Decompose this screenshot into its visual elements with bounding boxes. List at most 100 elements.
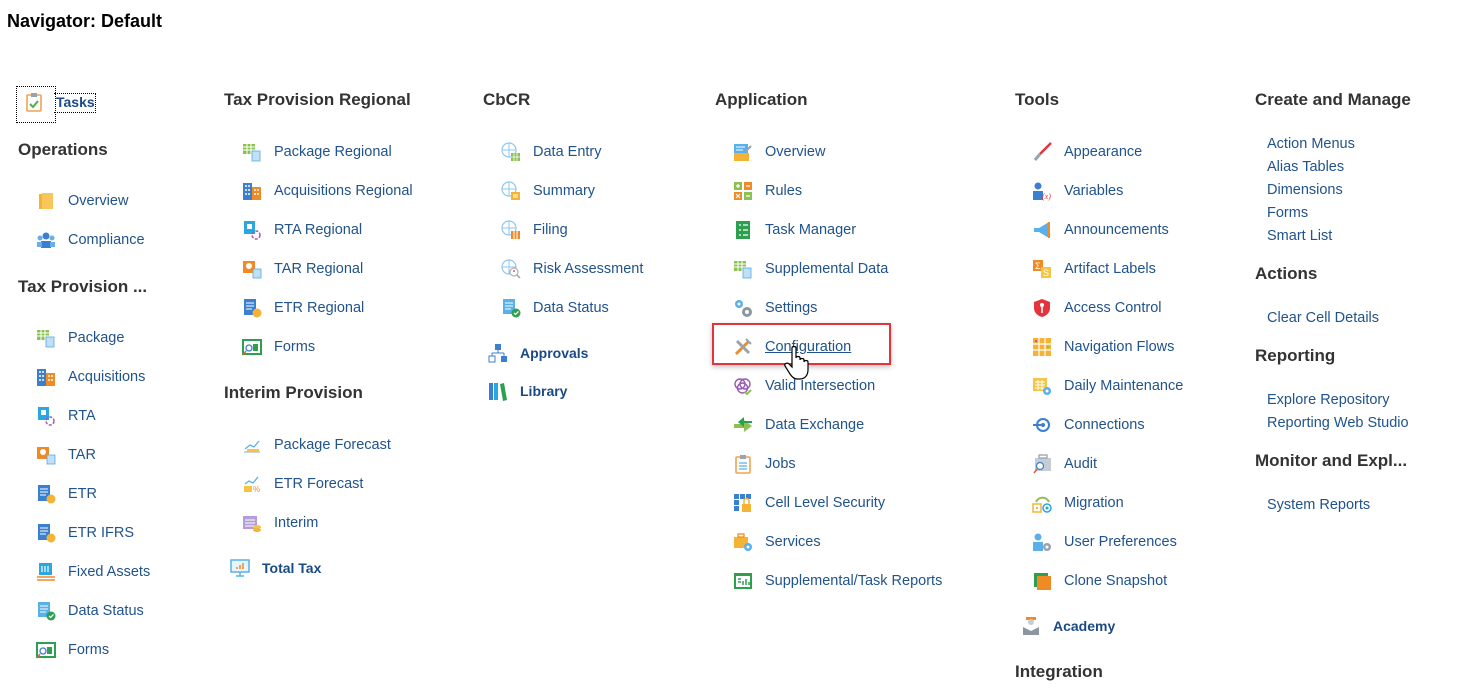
nav-item-supplemental-task-reports[interactable]: Supplemental/Task Reports bbox=[733, 570, 942, 592]
svg-text:Σ: Σ bbox=[1035, 261, 1041, 271]
briefcase-search-icon bbox=[1032, 454, 1052, 474]
nav-item-data-status[interactable]: Data Status bbox=[501, 297, 609, 319]
nav-item-label: Services bbox=[765, 534, 821, 550]
nav-card-approvals[interactable]: Approvals bbox=[488, 342, 588, 364]
nav-item-daily-maintenance[interactable]: Daily Maintenance bbox=[1032, 375, 1183, 397]
nav-item-package-forecast[interactable]: Package Forecast bbox=[242, 434, 391, 456]
nav-item-label: Settings bbox=[765, 300, 818, 316]
nav-item-rules[interactable]: Rules bbox=[733, 180, 802, 202]
nav-item-tar-regional[interactable]: TAR Regional bbox=[242, 258, 363, 280]
nav-item-label: ETR IFRS bbox=[68, 525, 135, 541]
nav-item-acquisitions-regional[interactable]: Acquisitions Regional bbox=[242, 180, 413, 202]
nav-item-connections[interactable]: Connections bbox=[1032, 414, 1145, 436]
nav-item-overview[interactable]: Overview bbox=[733, 141, 825, 163]
nav-link[interactable]: Explore Repository bbox=[1267, 392, 1390, 408]
calendar-coins-icon bbox=[242, 513, 262, 533]
nav-item-summary[interactable]: Summary bbox=[501, 180, 595, 202]
nav-item-forms[interactable]: Forms bbox=[36, 639, 109, 661]
nav-item-fixed-assets[interactable]: Fixed Assets bbox=[36, 561, 150, 583]
nav-item-overview[interactable]: Overview bbox=[36, 190, 128, 212]
nav-link[interactable]: Action Menus bbox=[1267, 136, 1355, 152]
nav-item-acquisitions[interactable]: Acquisitions bbox=[36, 366, 145, 388]
nav-item-label: RTA bbox=[68, 408, 96, 424]
nav-item-interim[interactable]: Interim bbox=[242, 512, 318, 534]
form-search-icon bbox=[242, 337, 262, 357]
nav-item-label: TAR bbox=[68, 447, 96, 463]
focus-outline bbox=[16, 86, 56, 123]
nav-item-etr-ifrs[interactable]: ETR IFRS bbox=[36, 522, 134, 544]
nav-item-data-exchange[interactable]: Data Exchange bbox=[733, 414, 864, 436]
nav-item-access-control[interactable]: Access Control bbox=[1032, 297, 1162, 319]
section-header: Tax Provision Regional bbox=[224, 90, 411, 109]
nav-item-data-status[interactable]: Data Status bbox=[36, 600, 144, 622]
section-header: Integration bbox=[1015, 662, 1103, 681]
nav-card-academy[interactable]: Academy bbox=[1021, 615, 1115, 637]
nav-item-forms[interactable]: Forms bbox=[242, 336, 315, 358]
calendar-gear-icon bbox=[1032, 376, 1052, 396]
graduate-icon bbox=[1021, 616, 1041, 636]
clone-icon bbox=[1032, 571, 1052, 591]
nav-link[interactable]: Reporting Web Studio bbox=[1267, 415, 1409, 431]
nav-item-label: Acquisitions Regional bbox=[274, 183, 413, 199]
nav-link[interactable]: Alias Tables bbox=[1267, 159, 1344, 175]
document-percent-icon bbox=[36, 523, 56, 543]
nav-item-risk-assessment[interactable]: Risk Assessment bbox=[501, 258, 643, 280]
nav-item-label: Jobs bbox=[765, 456, 796, 472]
nav-item-tar[interactable]: TAR bbox=[36, 444, 96, 466]
nav-card-total-tax[interactable]: Total Tax bbox=[230, 557, 321, 579]
nav-item-migration[interactable]: Migration bbox=[1032, 492, 1124, 514]
nav-item-label: Package Forecast bbox=[274, 437, 391, 453]
report-chart-icon bbox=[733, 571, 753, 591]
grid-calculator-icon bbox=[733, 259, 753, 279]
nav-item-data-entry[interactable]: Data Entry bbox=[501, 141, 602, 163]
nav-item-label: Data Entry bbox=[533, 144, 602, 160]
nav-item-compliance[interactable]: Compliance bbox=[36, 229, 145, 251]
nav-item-label: Interim bbox=[274, 515, 319, 531]
nav-link[interactable]: System Reports bbox=[1267, 497, 1370, 513]
nav-link[interactable]: Forms bbox=[1267, 205, 1308, 221]
nav-item-navigation-flows[interactable]: Navigation Flows bbox=[1032, 336, 1174, 358]
nav-item-artifact-labels[interactable]: Σ S Artifact Labels bbox=[1032, 258, 1156, 280]
nav-item-services[interactable]: Services bbox=[733, 531, 821, 553]
nav-item-label: Package bbox=[68, 330, 125, 346]
nav-item-settings[interactable]: Settings bbox=[733, 297, 817, 319]
hand-pointer-cursor-icon bbox=[784, 346, 810, 380]
nav-item-label: Overview bbox=[765, 144, 826, 160]
nav-item-label: Supplemental/Task Reports bbox=[765, 573, 943, 589]
nav-item-rta-regional[interactable]: RTA Regional bbox=[242, 219, 362, 241]
nav-link[interactable]: Dimensions bbox=[1267, 182, 1343, 198]
nav-item-package[interactable]: Package bbox=[36, 327, 124, 349]
nav-item-package-regional[interactable]: Package Regional bbox=[242, 141, 392, 163]
nav-item-filing[interactable]: Filing bbox=[501, 219, 568, 241]
nav-item-label: Connections bbox=[1064, 417, 1145, 433]
people-group-icon bbox=[36, 230, 56, 250]
connection-icon bbox=[1032, 415, 1052, 435]
nav-link[interactable]: Smart List bbox=[1267, 228, 1332, 244]
nav-item-etr-forecast[interactable]: % ETR Forecast bbox=[242, 473, 363, 495]
nav-item-label: Appearance bbox=[1064, 144, 1143, 160]
section-header: Reporting bbox=[1255, 346, 1336, 365]
nav-item-audit[interactable]: Audit bbox=[1032, 453, 1097, 475]
migration-icon bbox=[1032, 493, 1052, 513]
nav-card-library[interactable]: Library bbox=[488, 380, 567, 402]
nav-item-etr-regional[interactable]: ETR Regional bbox=[242, 297, 364, 319]
gears-icon bbox=[733, 298, 753, 318]
nav-item-supplemental-data[interactable]: Supplemental Data bbox=[733, 258, 888, 280]
document-check-icon bbox=[501, 298, 521, 318]
nav-item-etr[interactable]: ETR bbox=[36, 483, 97, 505]
nav-item-variables[interactable]: (x) Variables bbox=[1032, 180, 1123, 202]
nav-item-announcements[interactable]: Announcements bbox=[1032, 219, 1169, 241]
nav-item-clone-snapshot[interactable]: Clone Snapshot bbox=[1032, 570, 1167, 592]
nav-item-jobs[interactable]: Jobs bbox=[733, 453, 796, 475]
nav-link[interactable]: Clear Cell Details bbox=[1267, 310, 1379, 326]
document-percent-icon bbox=[242, 298, 262, 318]
nav-item-rta[interactable]: RTA bbox=[36, 405, 96, 427]
nav-item-label: Academy bbox=[1053, 618, 1116, 634]
nav-item-task-manager[interactable]: Task Manager bbox=[733, 219, 856, 241]
nav-item-user-preferences[interactable]: User Preferences bbox=[1032, 531, 1177, 553]
document-cycle-icon bbox=[36, 406, 56, 426]
nav-item-cell-level-security[interactable]: Cell Level Security bbox=[733, 492, 885, 514]
section-header: CbCR bbox=[483, 90, 531, 109]
nav-item-appearance[interactable]: Appearance bbox=[1032, 141, 1142, 163]
svg-text:S: S bbox=[1043, 268, 1049, 278]
